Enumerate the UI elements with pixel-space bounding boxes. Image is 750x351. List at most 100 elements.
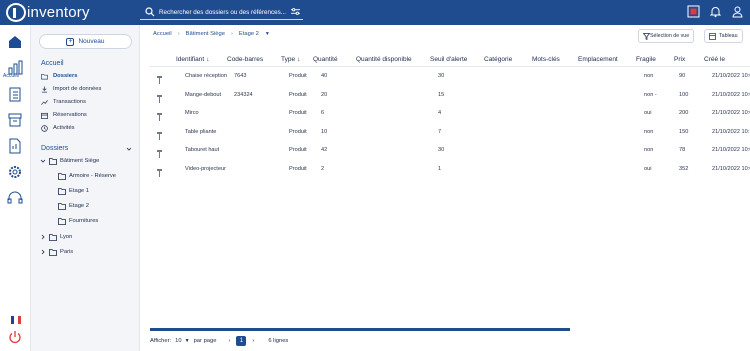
- col-quantite-disponible[interactable]: Quantité disponible: [356, 53, 412, 65]
- document-chart-icon[interactable]: [6, 137, 24, 155]
- tree-item-etage-2[interactable]: Etage 2: [58, 201, 89, 211]
- tree-item-etage-1[interactable]: Etage 1: [58, 186, 89, 196]
- nav-item-dossiers[interactable]: Dossiers: [41, 71, 78, 81]
- tree-item-paris[interactable]: Paris: [40, 247, 73, 257]
- chevron-right-icon: [41, 234, 45, 240]
- search-bar[interactable]: Rechercher des dossiers ou des référence…: [140, 5, 303, 20]
- breadcrumb-separator-icon: ›: [177, 31, 180, 37]
- breadcrumb: Accueil › Bâtiment Siège › Etage 2 ▼: [153, 31, 270, 37]
- cell-fragile: non: [644, 128, 654, 135]
- col-cree-le[interactable]: Créé le: [704, 53, 725, 65]
- nav-item-activites[interactable]: Activités: [41, 123, 75, 133]
- power-logout-icon[interactable]: [8, 330, 22, 344]
- settings-gear-icon[interactable]: [6, 163, 24, 181]
- tree-item-lyon[interactable]: Lyon: [40, 232, 72, 242]
- col-prix[interactable]: Prix: [674, 53, 685, 65]
- breadcrumb-home[interactable]: Accueil: [153, 31, 172, 37]
- cell-seuil: 7: [438, 128, 442, 135]
- bell-icon[interactable]: [709, 5, 722, 18]
- cell-prix: 150: [679, 128, 689, 135]
- new-button[interactable]: + Nouveau: [39, 34, 132, 49]
- home-icon[interactable]: [6, 33, 24, 51]
- col-mots-cles[interactable]: Mots-clés: [532, 53, 560, 65]
- view-selection-button[interactable]: Sélection de vue: [638, 29, 695, 43]
- cell-name: Mange-debout: [185, 91, 222, 98]
- tree-item-fournitures[interactable]: Fournitures: [58, 216, 98, 226]
- search-icon: [145, 7, 155, 17]
- col-categorie[interactable]: Catégorie: [484, 53, 512, 65]
- table-row[interactable]: Mirco Produit 6 4 oui 200 21/10/2022 10:0: [150, 106, 750, 124]
- chevron-down-icon[interactable]: [126, 146, 132, 152]
- col-label: Type: [281, 55, 296, 63]
- prev-page-icon[interactable]: ‹: [228, 338, 230, 344]
- search-input[interactable]: Rechercher des dossiers ou des référence…: [159, 9, 286, 16]
- microphone-thumbnail-icon: [155, 109, 164, 121]
- current-page-button[interactable]: 1: [236, 336, 247, 346]
- col-type[interactable]: Type ↓: [281, 53, 300, 65]
- table-view-button[interactable]: Tableau: [704, 29, 743, 43]
- new-button-label: Nouveau: [78, 38, 105, 45]
- app-logo[interactable]: inventory: [6, 2, 90, 23]
- cell-qty: 2: [321, 165, 325, 172]
- col-fragile[interactable]: Fragile: [636, 53, 656, 65]
- col-label: Identifiant: [176, 55, 205, 63]
- view-selection-label: Sélection de vue: [650, 33, 690, 39]
- clipboard-icon[interactable]: [6, 85, 24, 103]
- cell-qty: 6: [321, 110, 325, 116]
- table-row[interactable]: Tabouret haut Produit 42 30 non 78 21/10/2022 …: [150, 143, 750, 161]
- breadcrumb-building[interactable]: Bâtiment Siège: [186, 31, 225, 37]
- nav-item-transactions[interactable]: Transactions: [41, 97, 86, 107]
- cell-barcode: 234324: [234, 91, 253, 98]
- cell-fragile: oui: [644, 165, 652, 172]
- table-header: Identifiant ↓ Code-barres Type ↓ Quantité …: [150, 53, 750, 67]
- scan-icon[interactable]: [687, 5, 700, 18]
- filter-sliders-icon[interactable]: [291, 7, 300, 16]
- table-row[interactable]: Table pliante Produit 10 7 non 150 21/10/2022 …: [150, 125, 750, 143]
- breadcrumb-floor[interactable]: Etage 2: [239, 31, 259, 37]
- col-code-barres[interactable]: Code-barres: [227, 53, 263, 65]
- col-emplacement[interactable]: Emplacement: [578, 53, 618, 65]
- archive-icon[interactable]: [6, 111, 24, 129]
- headset-support-icon[interactable]: [6, 189, 24, 207]
- icon-rail: Accueil: [0, 25, 31, 351]
- per-page-select[interactable]: 10 ▼: [175, 338, 189, 344]
- cell-cree: 21/10/2022 10:0: [712, 91, 750, 98]
- horizontal-scrollbar[interactable]: [150, 328, 570, 331]
- cell-name: Table pliante: [185, 128, 217, 135]
- home-section-title[interactable]: Accueil: [41, 60, 64, 67]
- col-quantite[interactable]: Quantité: [313, 53, 338, 65]
- nav-item-reservations[interactable]: Réservations: [41, 110, 87, 120]
- folders-section-title[interactable]: Dossiers: [41, 145, 68, 152]
- tree-item-armoire[interactable]: Armoire - Réserve: [58, 171, 116, 181]
- cell-fragile: non: [644, 73, 654, 79]
- tree-item-batiment-siege[interactable]: Bâtiment Siège: [40, 156, 99, 166]
- bar-chart-icon[interactable]: [6, 59, 24, 77]
- per-page-value: 10: [175, 338, 182, 344]
- col-identifiant[interactable]: Identifiant ↓: [176, 53, 209, 65]
- table-row[interactable]: Chaise réception 7643 Produit 40 30 non 90 21/1…: [150, 69, 750, 87]
- folder-icon: [49, 248, 57, 256]
- user-icon[interactable]: [731, 5, 744, 18]
- next-page-icon[interactable]: ›: [252, 338, 254, 344]
- nav-item-import[interactable]: Import de données: [41, 84, 101, 94]
- app-logo-text: inventory: [27, 4, 90, 21]
- cell-prix: 200: [679, 110, 689, 116]
- funnel-icon: [643, 32, 650, 40]
- cell-fragile: oui: [644, 110, 652, 116]
- language-flag-fr-icon[interactable]: [11, 316, 21, 324]
- cell-cree: 21/10/2022 10:1: [712, 128, 750, 135]
- col-seuil-alerte[interactable]: Seuil d'alerte: [430, 53, 467, 65]
- table-row[interactable]: Mange-debout 234324 Produit 20 15 non - 100 21/…: [150, 88, 750, 106]
- nav-item-label: Réservations: [53, 112, 87, 118]
- table-row[interactable]: Video-projecteur Produit 2 1 oui 352 21/10/202…: [150, 162, 750, 180]
- caret-down-icon[interactable]: ▼: [265, 31, 270, 37]
- folding-table-thumbnail-icon: [155, 128, 164, 140]
- breadcrumb-separator-icon: ›: [230, 31, 233, 37]
- folder-icon: [49, 233, 57, 241]
- cell-fragile: non -: [644, 91, 657, 98]
- cell-type: Produit: [289, 165, 307, 172]
- cell-cree: 21/10/2022 10:0: [712, 165, 750, 172]
- main-content: Accueil › Bâtiment Siège › Etage 2 ▼ Sél…: [141, 25, 750, 351]
- cell-name: Video-projecteur: [185, 165, 226, 172]
- tree-item-label: Etage 2: [69, 203, 89, 209]
